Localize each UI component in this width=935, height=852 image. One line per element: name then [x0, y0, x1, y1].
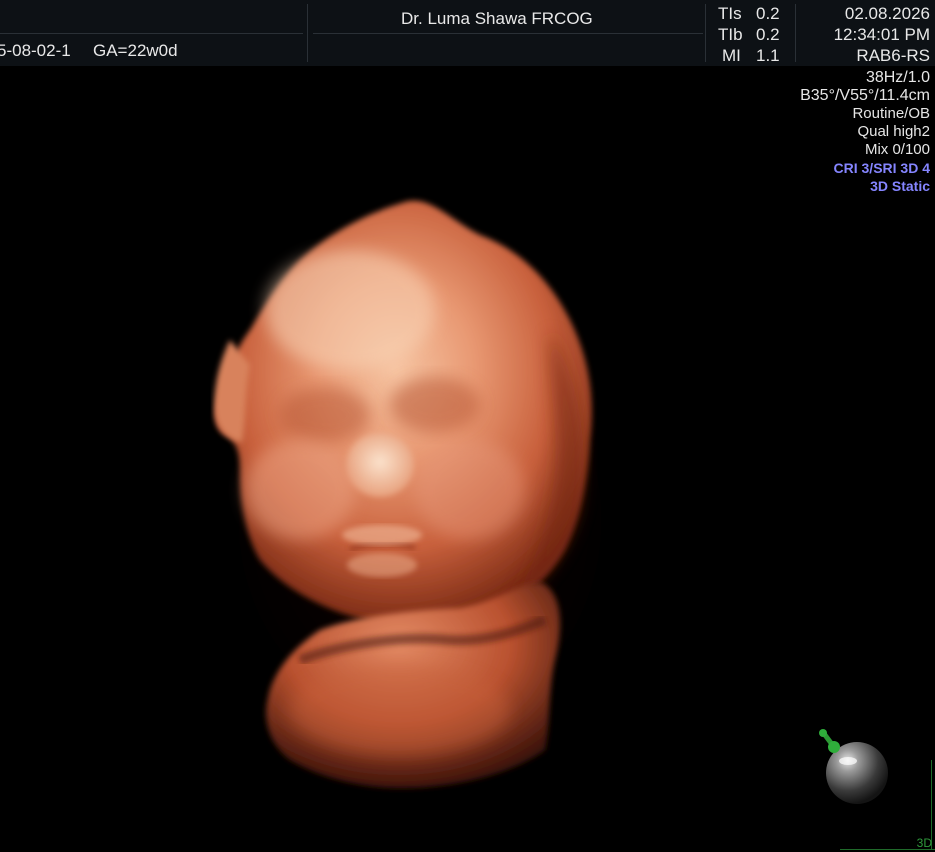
- header-separator: [705, 4, 706, 62]
- forehead-highlight: [265, 250, 435, 370]
- frame-rate: 38Hz/1.0: [865, 69, 930, 86]
- gestational-age: GA=22w0d: [93, 41, 178, 60]
- tis-value: 0.2: [756, 4, 780, 23]
- mi-value: 1.1: [756, 46, 780, 65]
- header-separator: [795, 4, 796, 62]
- cheek-right: [415, 440, 525, 540]
- mi-label: MI: [722, 46, 741, 65]
- eye-shadow-right: [390, 377, 480, 433]
- header-separator: [307, 4, 308, 62]
- tib-value: 0.2: [756, 25, 780, 44]
- fetal-3d-render: [170, 200, 670, 800]
- tis-label: TIs: [718, 4, 742, 23]
- upper-lip: [342, 525, 422, 545]
- header-divider: [0, 33, 303, 34]
- cheek-left: [245, 440, 355, 540]
- quality: Qual high2: [857, 123, 930, 140]
- mode-3d-label: 3D: [916, 836, 932, 850]
- tib-label: TIb: [718, 25, 743, 44]
- fetal-nose: [346, 433, 414, 497]
- volume-angles: B35°/V55°/11.4cm: [800, 87, 930, 104]
- hand-highlight: [290, 665, 510, 755]
- render-mode: 3D Static: [870, 178, 930, 194]
- eye-shadow-left: [280, 387, 370, 443]
- patient-id: 5-08-02-1: [0, 41, 71, 60]
- exam-time: 12:34:01 PM: [833, 25, 930, 44]
- probe-name: RAB6-RS: [856, 46, 930, 65]
- imaging-parameters: 38Hz/1.0 B35°/V55°/11.4cm Routine/OB Qua…: [800, 69, 930, 195]
- ultrasound-screen: 5-08-02-1 GA=22w0d Dr. Luma Shawa FRCOG …: [0, 0, 935, 852]
- green-pin-icon: [819, 729, 840, 753]
- cri-sri: CRI 3/SRI 3D 4: [833, 160, 930, 176]
- mix: Mix 0/100: [864, 141, 930, 158]
- doctor-name: Dr. Luma Shawa FRCOG: [401, 9, 593, 28]
- chin: [347, 553, 417, 577]
- sphere-glare: [839, 757, 857, 765]
- exam-date: 02.08.2026: [844, 4, 930, 23]
- header-bar: 5-08-02-1 GA=22w0d Dr. Luma Shawa FRCOG …: [0, 0, 935, 66]
- header-divider: [313, 33, 703, 34]
- preset: Routine/OB: [852, 105, 930, 122]
- orientation-sphere-icon[interactable]: [810, 725, 900, 815]
